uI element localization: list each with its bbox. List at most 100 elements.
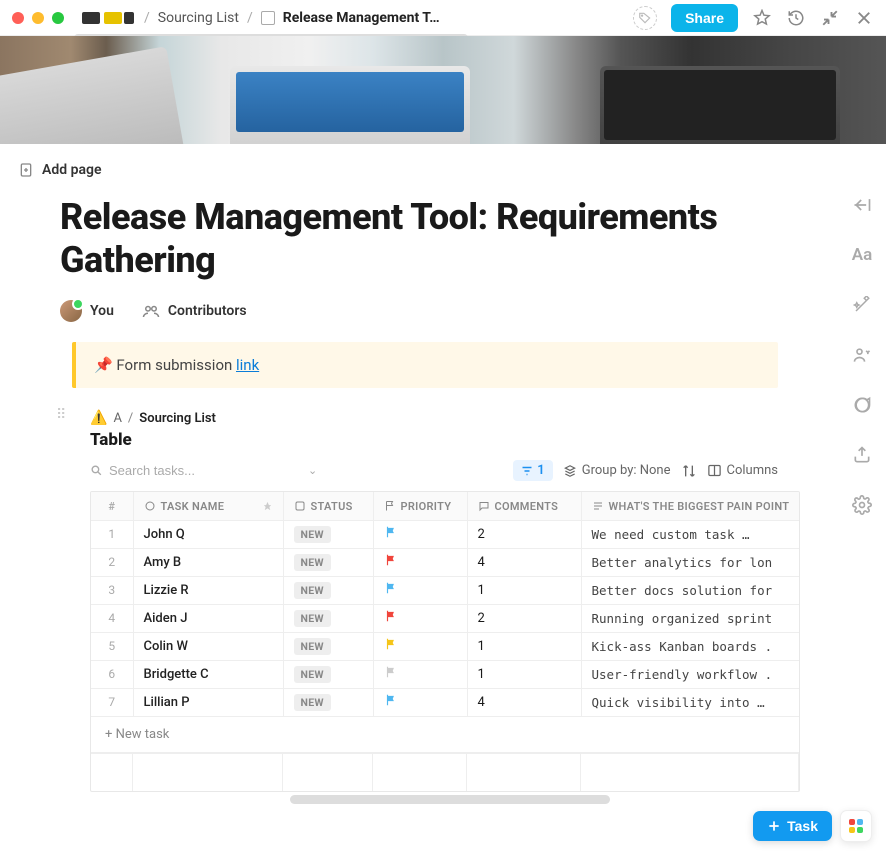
status-cell[interactable]: NEW — [283, 548, 373, 576]
status-cell[interactable]: NEW — [283, 660, 373, 688]
outdent-icon[interactable] — [851, 194, 873, 216]
row-index: 2 — [91, 548, 133, 576]
horizontal-scrollbar[interactable] — [290, 795, 610, 804]
column-pain-point[interactable]: WHAT'S THE BIGGEST PAIN POINT — [581, 492, 800, 520]
column-index[interactable]: # — [91, 492, 133, 520]
page-title[interactable]: Release Management Tool: Requirements Ga… — [0, 186, 838, 300]
status-badge: NEW — [294, 582, 331, 599]
priority-flag-icon — [384, 609, 398, 623]
pain-point-cell[interactable]: Better analytics for lon — [581, 548, 800, 576]
task-name-cell[interactable]: Colin W — [133, 632, 283, 660]
collapse-button[interactable] — [820, 8, 840, 28]
comment-icon[interactable] — [851, 394, 873, 416]
favorite-button[interactable] — [752, 8, 772, 28]
cover-image[interactable] — [0, 36, 886, 144]
priority-cell[interactable] — [373, 576, 467, 604]
filter-button[interactable]: 1 — [513, 460, 552, 481]
priority-cell[interactable] — [373, 688, 467, 716]
comments-cell[interactable]: 4 — [467, 548, 581, 576]
group-icon — [563, 464, 577, 478]
breadcrumb-current[interactable]: Release Management T… — [283, 10, 440, 26]
status-cell[interactable]: NEW — [283, 520, 373, 548]
owner[interactable]: You — [60, 300, 114, 322]
pain-point-cell[interactable]: Quick visibility into … — [581, 688, 800, 716]
comments-cell[interactable]: 4 — [467, 688, 581, 716]
export-icon[interactable] — [851, 444, 873, 466]
priority-cell[interactable] — [373, 632, 467, 660]
groupby-label: Group by: None — [582, 463, 671, 478]
search-input[interactable] — [109, 463, 269, 478]
add-page-icon — [18, 162, 34, 178]
status-cell[interactable]: NEW — [283, 632, 373, 660]
chevron-down-icon[interactable]: ⌄ — [308, 464, 317, 477]
comments-cell[interactable]: 1 — [467, 660, 581, 688]
status-cell[interactable]: NEW — [283, 688, 373, 716]
priority-cell[interactable] — [373, 604, 467, 632]
comments-cell[interactable]: 1 — [467, 576, 581, 604]
column-task-name[interactable]: TASK NAME — [133, 492, 283, 520]
tag-button[interactable] — [633, 6, 657, 30]
collaborators-icon[interactable] — [851, 344, 873, 366]
callout-link[interactable]: link — [236, 356, 259, 374]
table-row[interactable]: 3Lizzie RNEW1Better docs solution for — [91, 576, 800, 604]
status-badge: NEW — [294, 666, 331, 683]
column-status[interactable]: STATUS — [283, 492, 373, 520]
typography-button[interactable]: Aa — [851, 244, 873, 266]
table-row[interactable]: 4Aiden JNEW2Running organized sprint — [91, 604, 800, 632]
space-switcher[interactable] — [82, 12, 134, 24]
settings-icon[interactable] — [851, 494, 873, 516]
task-name-cell[interactable]: John Q — [133, 520, 283, 548]
table-row[interactable]: 1John QNEW2We need custom task … — [91, 520, 800, 548]
priority-cell[interactable] — [373, 520, 467, 548]
apps-fab[interactable] — [840, 810, 872, 842]
pain-point-cell[interactable]: Running organized sprint — [581, 604, 800, 632]
status-cell[interactable]: NEW — [283, 604, 373, 632]
table-row[interactable]: 7Lillian PNEW4Quick visibility into … — [91, 688, 800, 716]
comments-cell[interactable]: 1 — [467, 632, 581, 660]
table-breadcrumb[interactable]: ⚠️A / Sourcing List — [90, 410, 838, 426]
table-row[interactable]: 2Amy BNEW 4Better analytics for lon — [91, 548, 800, 576]
window-zoom[interactable] — [52, 12, 64, 24]
task-name-cell[interactable]: Bridgette C — [133, 660, 283, 688]
close-button[interactable] — [854, 8, 874, 28]
window-minimize[interactable] — [32, 12, 44, 24]
table-title[interactable]: Table — [90, 430, 838, 450]
new-task-button[interactable]: + New task — [91, 717, 799, 753]
right-rail: Aa — [838, 144, 886, 516]
task-name-cell[interactable]: Lillian P — [133, 688, 283, 716]
pain-point-cell[interactable]: User-friendly workflow . — [581, 660, 800, 688]
contributors-icon — [142, 302, 160, 320]
priority-cell[interactable] — [373, 548, 467, 576]
columns-button[interactable]: Columns — [707, 463, 779, 478]
share-button[interactable]: Share — [671, 4, 738, 32]
callout-block[interactable]: 📌 Form submission link — [72, 342, 778, 388]
magic-wand-icon[interactable] — [851, 294, 873, 316]
sort-button[interactable] — [681, 463, 697, 479]
window-close[interactable] — [12, 12, 24, 24]
add-page-button[interactable]: Add page — [0, 144, 838, 186]
apps-icon — [849, 819, 863, 833]
table-row[interactable]: 6Bridgette CNEW1User-friendly workflow . — [91, 660, 800, 688]
table-row[interactable]: 5Colin WNEW1Kick-ass Kanban boards . — [91, 632, 800, 660]
pain-point-cell[interactable]: We need custom task … — [581, 520, 800, 548]
priority-cell[interactable] — [373, 660, 467, 688]
task-name-cell[interactable]: Lizzie R — [133, 576, 283, 604]
table: # TASK NAME — [90, 491, 800, 792]
pain-point-cell[interactable]: Better docs solution for — [581, 576, 800, 604]
column-priority[interactable]: PRIORITY — [373, 492, 467, 520]
history-button[interactable] — [786, 8, 806, 28]
drag-handle-icon[interactable]: ⠿ — [56, 407, 66, 423]
breadcrumb-item[interactable]: Sourcing List — [158, 10, 239, 26]
search-box[interactable] — [90, 463, 300, 478]
task-name-cell[interactable]: Aiden J — [133, 604, 283, 632]
columns-label: Columns — [727, 463, 779, 478]
comments-cell[interactable]: 2 — [467, 520, 581, 548]
new-task-fab[interactable]: Task — [753, 811, 832, 841]
status-cell[interactable]: NEW — [283, 576, 373, 604]
groupby-button[interactable]: Group by: None — [563, 463, 671, 478]
pain-point-cell[interactable]: Kick-ass Kanban boards . — [581, 632, 800, 660]
comments-cell[interactable]: 2 — [467, 604, 581, 632]
task-name-cell[interactable]: Amy B — [133, 548, 283, 576]
column-comments[interactable]: COMMENTS — [467, 492, 581, 520]
contributors[interactable]: Contributors — [142, 302, 247, 320]
